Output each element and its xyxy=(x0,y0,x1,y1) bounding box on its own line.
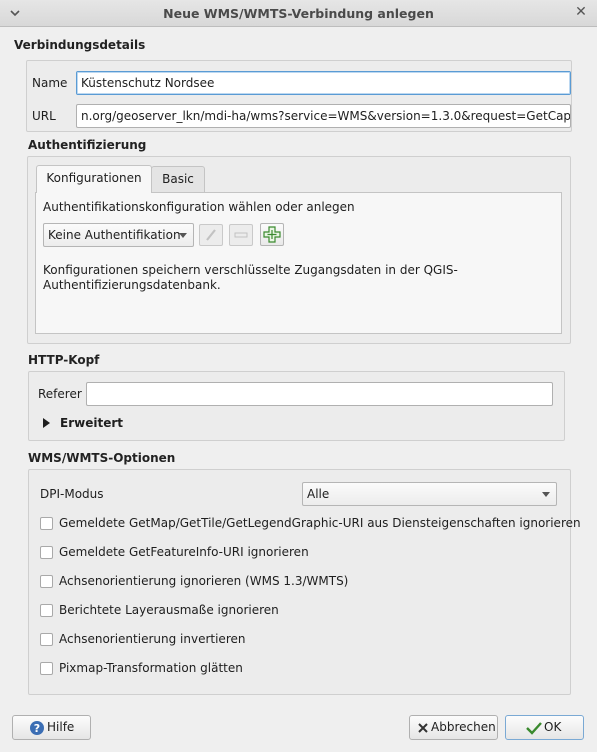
chevron-down-icon xyxy=(179,233,187,238)
auth-config-value: Keine Authentifikation xyxy=(48,228,181,242)
checkbox-invert-axis-orientation-label: Achsenorientierung invertieren xyxy=(59,632,246,646)
checkbox-ignore-layer-extents[interactable] xyxy=(40,604,53,617)
checkbox-ignore-getfeatureinfo-uri-label: Gemeldete GetFeatureInfo-URI ignorieren xyxy=(59,545,309,559)
tab-basic[interactable]: Basic xyxy=(151,166,205,193)
auth-info-line2: Authentifizierungsdatenbank. xyxy=(43,278,221,292)
checkbox-ignore-getmap-uri[interactable] xyxy=(40,517,53,530)
name-input[interactable]: Küstenschutz Nordsee xyxy=(76,71,571,95)
tab-konfigurationen[interactable]: Konfigurationen xyxy=(36,165,152,193)
title-bar: Neue WMS/WMTS-Verbindung anlegen ✕ xyxy=(0,0,597,27)
url-input[interactable]: n.org/geoserver_lkn/mdi-ha/wms?service=W… xyxy=(76,104,571,128)
wms-section-title: WMS/WMTS-Optionen xyxy=(28,451,176,465)
dpi-mode-select[interactable]: Alle xyxy=(302,482,557,506)
svg-text:?: ? xyxy=(34,722,40,735)
checkbox-smooth-pixmap[interactable] xyxy=(40,662,53,675)
dpi-label: DPI-Modus xyxy=(40,487,104,501)
checkbox-ignore-getfeatureinfo-uri[interactable] xyxy=(40,546,53,559)
connection-section-title: Verbindungsdetails xyxy=(14,38,146,52)
auth-info-line1: Konfigurationen speichern verschlüsselte… xyxy=(43,263,458,277)
checkmark-icon xyxy=(526,722,542,735)
checkbox-invert-axis-orientation[interactable] xyxy=(40,633,53,646)
ok-button[interactable]: OK xyxy=(505,715,584,740)
url-label: URL xyxy=(32,109,56,123)
auth-section-title: Authentifizierung xyxy=(28,138,147,152)
help-button[interactable]: ? Hilfe xyxy=(12,715,91,740)
advanced-label: Erweitert xyxy=(60,416,123,430)
edit-config-button[interactable] xyxy=(199,224,223,246)
chevron-down-icon xyxy=(542,492,550,497)
minus-icon xyxy=(234,232,248,238)
checkbox-ignore-getmap-uri-label: Gemeldete GetMap/GetTile/GetLegendGraphi… xyxy=(59,516,581,530)
ok-label: OK xyxy=(544,720,562,734)
plus-icon xyxy=(263,226,281,243)
triangle-right-icon xyxy=(43,418,50,428)
auth-config-select[interactable]: Keine Authentifikation xyxy=(43,223,194,247)
window-title: Neue WMS/WMTS-Verbindung anlegen xyxy=(163,6,434,21)
remove-config-button[interactable] xyxy=(229,224,253,246)
pencil-icon xyxy=(206,229,216,241)
add-config-button[interactable] xyxy=(260,223,284,246)
close-icon xyxy=(418,723,428,733)
referer-label: Referer xyxy=(38,387,82,401)
dpi-mode-value: Alle xyxy=(307,487,330,501)
referer-input[interactable] xyxy=(86,382,553,406)
checkbox-ignore-layer-extents-label: Berichtete Layerausmaße ignorieren xyxy=(59,603,279,617)
checkbox-smooth-pixmap-label: Pixmap-Transformation glätten xyxy=(59,661,243,675)
checkbox-ignore-axis-orientation-label: Achsenorientierung ignorieren (WMS 1.3/W… xyxy=(59,574,349,588)
help-icon: ? xyxy=(30,721,44,735)
auth-choose-label: Authentifikationskonfiguration wählen od… xyxy=(43,200,355,214)
cancel-button[interactable]: Abbrechen xyxy=(409,715,498,740)
checkbox-ignore-axis-orientation[interactable] xyxy=(40,575,53,588)
help-label: Hilfe xyxy=(47,720,75,734)
close-icon[interactable]: ✕ xyxy=(573,4,589,20)
name-label: Name xyxy=(32,76,68,90)
cancel-label: Abbrechen xyxy=(431,720,496,734)
http-section-title: HTTP-Kopf xyxy=(28,353,100,367)
